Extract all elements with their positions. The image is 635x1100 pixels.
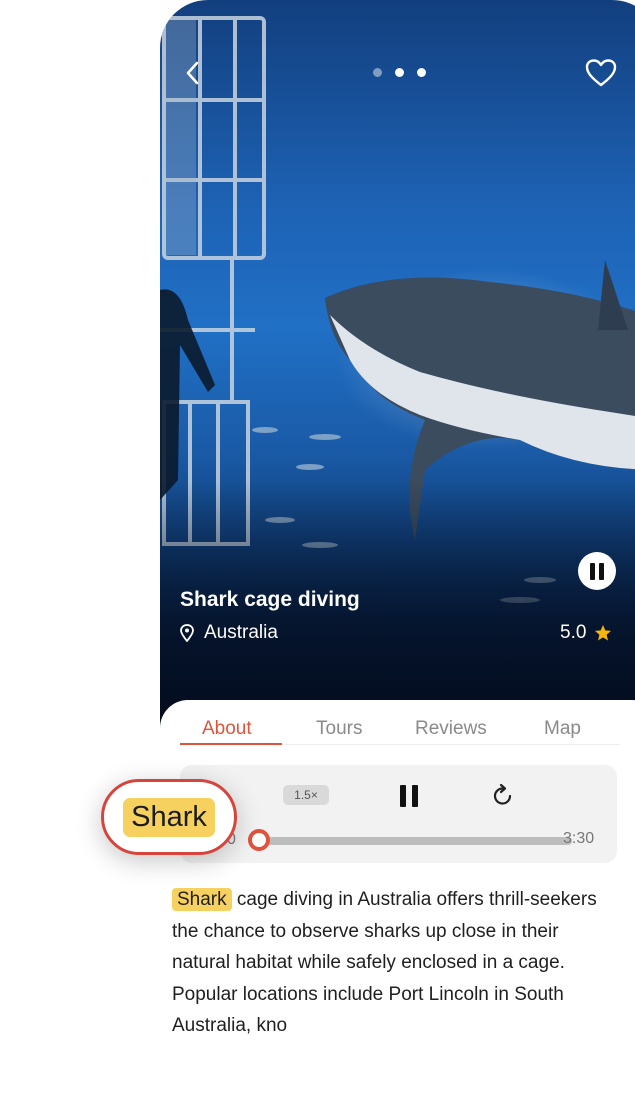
audio-pause-button[interactable] xyxy=(400,785,420,807)
favorite-button[interactable] xyxy=(584,58,618,88)
tab-reviews[interactable]: Reviews xyxy=(415,718,487,740)
total-time: 3:30 xyxy=(563,830,595,847)
tab-map[interactable]: Map xyxy=(544,718,581,740)
back-chevron-icon xyxy=(186,61,199,85)
carousel-dot[interactable] xyxy=(373,68,382,77)
carousel-dot[interactable] xyxy=(395,68,404,77)
hero-video[interactable]: Shark cage diving Australia 5.0 xyxy=(160,0,635,730)
word-highlight-callout: Shark xyxy=(101,779,237,855)
heart-icon xyxy=(585,59,617,87)
carousel-dot[interactable] xyxy=(417,68,426,77)
replay-button[interactable] xyxy=(492,783,514,807)
back-button[interactable] xyxy=(182,56,212,90)
video-pause-button[interactable] xyxy=(578,552,616,590)
carousel-indicator xyxy=(373,68,426,77)
playback-speed-button[interactable]: 1.5× xyxy=(283,785,329,805)
description: Shark cage diving in Australia offers th… xyxy=(172,884,612,1042)
details-sheet: About Tours Reviews Map 1.5× 0 3:30 Shar… xyxy=(160,700,635,1100)
description-text: cage diving in Australia offers thrill-s… xyxy=(172,889,597,1036)
star-icon xyxy=(595,625,612,641)
callout-word: Shark xyxy=(123,797,215,837)
location-label: Australia xyxy=(204,622,278,643)
tab-tours[interactable]: Tours xyxy=(316,718,362,740)
pause-icon xyxy=(590,562,595,580)
phone-screen: Shark cage diving Australia 5.0 About To… xyxy=(160,0,635,1100)
progress-track[interactable] xyxy=(260,837,572,845)
active-tab-indicator xyxy=(180,743,282,745)
tab-bar: About Tours Reviews Map xyxy=(180,718,620,748)
rating-value: 5.0 xyxy=(560,622,587,643)
progress-knob[interactable] xyxy=(248,829,270,851)
refresh-icon xyxy=(493,783,512,805)
location: Australia xyxy=(180,622,278,644)
audio-player: 1.5× 0 3:30 xyxy=(180,765,617,863)
pause-icon xyxy=(400,785,406,807)
rating: 5.0 xyxy=(560,622,612,644)
location-pin-icon xyxy=(180,624,194,642)
tab-about[interactable]: About xyxy=(202,718,252,740)
tour-title: Shark cage diving xyxy=(180,588,360,611)
highlighted-word: Shark xyxy=(172,888,232,911)
